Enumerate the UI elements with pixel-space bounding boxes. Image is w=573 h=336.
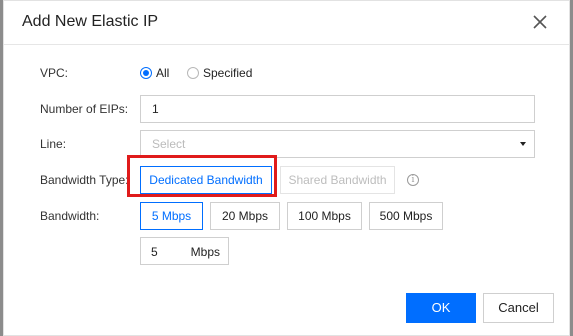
highlight-box [127, 155, 277, 197]
vpc-specified-label: Specified [203, 66, 253, 80]
line-row: Line: Select [4, 130, 569, 160]
dialog-title: Add New Elastic IP [22, 13, 159, 30]
radio-checked-icon [140, 67, 152, 79]
line-select-placeholder: Select [152, 137, 186, 151]
vpc-specified-radio[interactable]: Specified [187, 66, 252, 80]
bandwidth-label: Bandwidth: [40, 209, 100, 223]
line-label: Line: [40, 137, 67, 151]
eip-count-label: Number of EIPs: [40, 102, 129, 116]
chevron-down-icon [520, 142, 526, 146]
bandwidth-value-row: 5 Mbps [4, 237, 569, 267]
line-select[interactable]: Select [140, 130, 535, 158]
bandwidth-20mbps-button[interactable]: 20 Mbps [210, 202, 280, 230]
shared-bandwidth-button[interactable]: Shared Bandwidth [280, 166, 395, 194]
bandwidth-value-input[interactable]: 5 Mbps [140, 237, 229, 265]
vpc-row: VPC: All Specified [4, 59, 569, 89]
close-icon[interactable] [529, 11, 551, 33]
eip-count-row: Number of EIPs: 1 [4, 95, 569, 125]
bandwidth-type-row: Bandwidth Type: Dedicated Bandwidth Shar… [4, 166, 569, 196]
vpc-all-label: All [156, 66, 170, 80]
bandwidth-value: 5 [151, 245, 158, 259]
vpc-all-radio[interactable]: All [140, 66, 169, 80]
cancel-button[interactable]: Cancel [483, 293, 554, 323]
bandwidth-100mbps-button[interactable]: 100 Mbps [287, 202, 362, 230]
bandwidth-unit: Mbps [190, 245, 220, 259]
bandwidth-type-label: Bandwidth Type: [40, 173, 129, 187]
vpc-label: VPC: [40, 66, 69, 80]
bandwidth-5mbps-button[interactable]: 5 Mbps [140, 202, 203, 230]
ok-button[interactable]: OK [406, 293, 476, 323]
radio-unchecked-icon [187, 67, 199, 79]
eip-count-input[interactable]: 1 [140, 95, 535, 123]
bandwidth-row: Bandwidth: 5 Mbps 20 Mbps 100 Mbps 500 M… [4, 202, 569, 232]
dialog-header: Add New Elastic IP [4, 1, 569, 45]
info-icon[interactable]: i [407, 174, 419, 186]
add-elastic-ip-dialog: Add New Elastic IP VPC: All Specified Nu… [3, 0, 570, 336]
bandwidth-500mbps-button[interactable]: 500 Mbps [369, 202, 443, 230]
